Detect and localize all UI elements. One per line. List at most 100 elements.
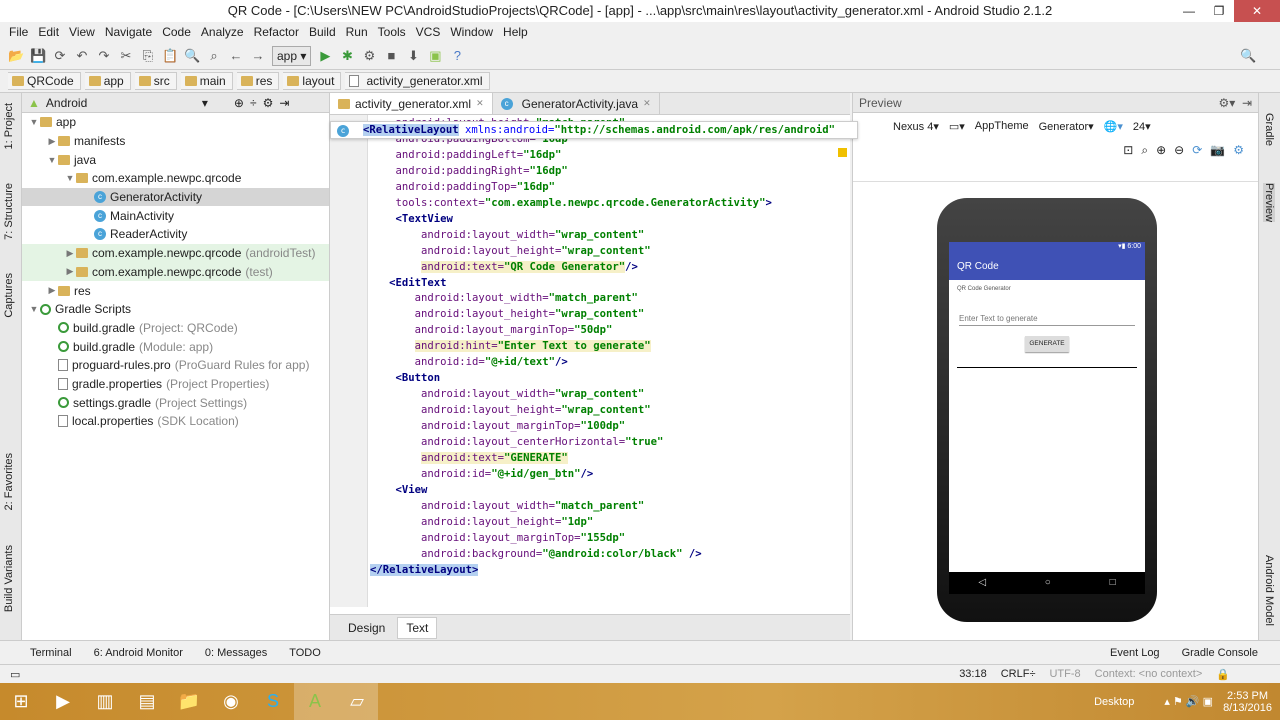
menu-edit[interactable]: Edit xyxy=(33,22,64,42)
tool-window-project[interactable]: 1: Project xyxy=(3,103,15,149)
close-tab-icon[interactable]: ✕ xyxy=(643,98,651,109)
tab-file[interactable]: c GeneratorActivity.java ✕ xyxy=(493,93,660,114)
tool-window-preview[interactable]: Preview xyxy=(1263,183,1275,223)
zoom-actual-icon[interactable]: ⌕ xyxy=(1141,143,1148,158)
tree-item[interactable]: build.gradle (Project: QRCode) xyxy=(22,319,329,338)
expand-arrow-icon[interactable]: ▼ xyxy=(28,304,40,314)
api-level-select[interactable]: 24▾ xyxy=(1133,120,1151,133)
lock-icon[interactable]: 🔒 xyxy=(1216,668,1230,681)
tab-design[interactable]: Design xyxy=(340,618,393,638)
options-icon[interactable]: ⚙ xyxy=(1233,143,1244,157)
winrar-icon[interactable]: ▥ xyxy=(84,683,126,720)
cut-icon[interactable]: ✂ xyxy=(118,48,134,64)
collapse-icon[interactable]: ÷ xyxy=(250,96,257,110)
open-icon[interactable]: 📂 xyxy=(8,48,24,64)
gradle-console-button[interactable]: Gradle Console xyxy=(1182,647,1258,659)
find-icon[interactable]: 🔍 xyxy=(184,48,200,64)
preview-generate-button[interactable]: GENERATE xyxy=(1025,336,1069,352)
help-icon[interactable]: ? xyxy=(449,48,465,64)
clock[interactable]: 2:53 PM 8/13/2016 xyxy=(1223,690,1280,714)
tree-item[interactable]: ▼ java xyxy=(22,150,329,169)
tree-item[interactable]: proguard-rules.pro (ProGuard Rules for ap… xyxy=(22,356,329,375)
tool-window-structure[interactable]: 7: Structure xyxy=(3,183,15,240)
view-dropdown-icon[interactable]: ▾ xyxy=(202,96,208,110)
run-config-select[interactable]: app ▾ xyxy=(272,45,312,66)
expand-arrow-icon[interactable]: ▶ xyxy=(64,248,76,259)
menu-run[interactable]: Run xyxy=(341,22,373,42)
hide-icon[interactable]: ⇥ xyxy=(279,96,289,110)
tree-item[interactable]: ▼ app xyxy=(22,113,329,132)
maximize-button[interactable]: ❐ xyxy=(1204,0,1234,22)
back-icon[interactable]: ← xyxy=(228,48,244,64)
activity-select[interactable]: Generator▾ xyxy=(1039,120,1094,133)
minimize-button[interactable]: — xyxy=(1174,0,1204,22)
run-icon[interactable]: ▶ xyxy=(317,48,333,64)
menu-navigate[interactable]: Navigate xyxy=(100,22,157,42)
code-area[interactable]: android:layout_height= "match_parent" and… xyxy=(370,115,840,607)
close-button[interactable]: ✕ xyxy=(1234,0,1280,22)
settings-icon[interactable]: ⚙ xyxy=(263,96,274,110)
breadcrumb-item[interactable]: res xyxy=(236,72,280,90)
notepad-icon[interactable]: ▱ xyxy=(336,683,378,720)
media-app-icon[interactable]: ▶ xyxy=(42,683,84,720)
tree-item[interactable]: build.gradle (Module: app) xyxy=(22,337,329,356)
tree-item[interactable]: c GeneratorActivity xyxy=(22,187,329,207)
event-log-button[interactable]: Event Log xyxy=(1110,647,1160,659)
sync-icon[interactable]: ⟳ xyxy=(52,48,68,64)
sql-icon[interactable]: ▤ xyxy=(126,683,168,720)
zoom-in-icon[interactable]: ⊕ xyxy=(1156,143,1166,157)
hide-icon[interactable]: ⇥ xyxy=(1242,96,1252,110)
tab-text[interactable]: Text xyxy=(397,616,438,639)
terminal-button[interactable]: Terminal xyxy=(30,647,72,659)
locale-icon[interactable]: 🌐▾ xyxy=(1104,120,1123,133)
debug-icon[interactable]: ✱ xyxy=(339,48,355,64)
caret-position[interactable]: 33:18 xyxy=(959,668,987,680)
tray-icons[interactable]: ▴ ⚑ 🔊 ▣ xyxy=(1164,695,1213,708)
chrome-icon[interactable]: ◉ xyxy=(210,683,252,720)
project-view-select[interactable]: Android xyxy=(46,96,196,110)
menu-window[interactable]: Window xyxy=(445,22,498,42)
sdk-manager-icon[interactable]: ⬇ xyxy=(405,48,421,64)
android-monitor-button[interactable]: 6: Android Monitor xyxy=(94,647,183,659)
messages-button[interactable]: 0: Messages xyxy=(205,647,267,659)
breadcrumb-item[interactable]: main xyxy=(180,72,233,90)
breadcrumb-item[interactable]: QRCode xyxy=(8,72,81,90)
expand-arrow-icon[interactable]: ▶ xyxy=(64,266,76,277)
stop-icon[interactable]: ■ xyxy=(383,48,399,64)
breadcrumb-item[interactable]: layout xyxy=(283,72,342,90)
tool-window-captures[interactable]: Captures xyxy=(3,273,15,318)
tool-windows-icon[interactable]: ▭ xyxy=(10,668,20,681)
screenshot-icon[interactable]: 📷 xyxy=(1210,143,1225,157)
tree-item[interactable]: ▶ com.example.newpc.qrcode (test) xyxy=(22,262,329,282)
tree-item[interactable]: gradle.properties (Project Properties) xyxy=(22,375,329,394)
tree-item[interactable]: ▶ res xyxy=(22,281,329,300)
zoom-fit-icon[interactable]: ⊡ xyxy=(1123,143,1133,157)
copy-icon[interactable]: ⎘ xyxy=(140,48,156,64)
zoom-out-icon[interactable]: ⊖ xyxy=(1174,143,1184,157)
menu-tools[interactable]: Tools xyxy=(373,22,411,42)
tool-window-build-variants[interactable]: Build Variants xyxy=(3,545,15,612)
file-explorer-icon[interactable]: 📁 xyxy=(168,683,210,720)
warning-marker[interactable] xyxy=(838,148,847,157)
start-icon[interactable]: ⊞ xyxy=(0,683,42,720)
search-everywhere-icon[interactable]: 🔍 xyxy=(1240,48,1256,64)
android-studio-icon[interactable]: A xyxy=(294,683,336,720)
tree-item[interactable]: settings.gradle (Project Settings) xyxy=(22,393,329,412)
menu-refactor[interactable]: Refactor xyxy=(249,22,304,42)
desktop-toolbar[interactable]: Desktop xyxy=(1094,696,1134,708)
menu-build[interactable]: Build xyxy=(304,22,341,42)
encoding[interactable]: UTF-8 xyxy=(1049,668,1080,680)
expand-arrow-icon[interactable]: ▼ xyxy=(46,155,58,165)
skype-icon[interactable]: S xyxy=(252,683,294,720)
line-separator[interactable]: CRLF÷ xyxy=(1001,668,1036,680)
tree-item[interactable]: c ReaderActivity xyxy=(22,225,329,244)
tree-item[interactable]: ▼ Gradle Scripts xyxy=(22,300,329,319)
tree-item[interactable]: ▶ manifests xyxy=(22,132,329,151)
expand-arrow-icon[interactable]: ▼ xyxy=(28,117,40,127)
menu-vcs[interactable]: VCS xyxy=(411,22,446,42)
locate-icon[interactable]: ⊕ xyxy=(234,96,244,110)
tool-window-android-model[interactable]: Android Model xyxy=(1263,555,1275,626)
tree-item[interactable]: ▼ com.example.newpc.qrcode xyxy=(22,169,329,188)
tool-window-gradle[interactable]: Gradle xyxy=(1263,113,1275,146)
tree-item[interactable]: ▶ com.example.newpc.qrcode (androidTest) xyxy=(22,243,329,263)
